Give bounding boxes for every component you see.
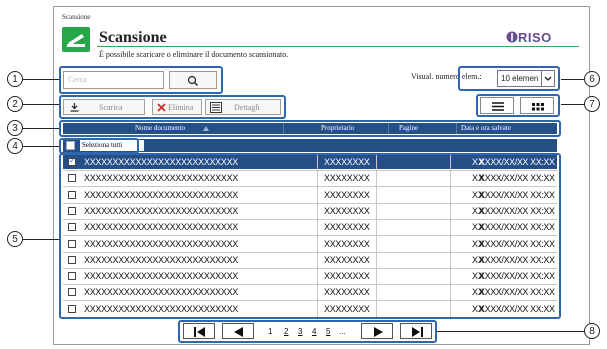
- highlight-items-select: [458, 66, 560, 91]
- callout-line-7: [561, 104, 584, 105]
- highlight-search: [59, 66, 223, 94]
- callout-7: 7: [584, 96, 600, 112]
- page-title: Scansione: [99, 29, 167, 46]
- brand-text: RISO: [518, 30, 552, 45]
- highlight-view-toggle: [476, 94, 560, 117]
- callout-line-3: [23, 128, 59, 129]
- page-subtitle: È possibile scaricare o eliminare il doc…: [99, 50, 289, 59]
- title-divider: [97, 46, 579, 47]
- brand-logo: RISO: [506, 30, 552, 45]
- callout-8: 8: [584, 323, 600, 339]
- highlight-pager: [178, 320, 437, 343]
- callout-line-4: [23, 146, 59, 147]
- callout-2: 2: [7, 96, 23, 112]
- callout-line-5: [23, 239, 59, 240]
- callout-line-2: [23, 104, 59, 105]
- callout-6: 6: [584, 71, 600, 87]
- scanner-icon: [62, 27, 90, 52]
- callout-1: 1: [7, 71, 23, 87]
- callout-line-8: [437, 331, 584, 332]
- highlight-toolbar: [59, 95, 286, 119]
- callout-3: 3: [7, 120, 23, 136]
- callout-5: 5: [7, 231, 23, 247]
- riso-mark-icon: [506, 31, 518, 43]
- callout-line-6: [561, 79, 584, 80]
- breadcrumb: Scansione: [62, 13, 91, 21]
- highlight-table-header: [59, 120, 561, 137]
- highlight-select-all: [59, 138, 139, 154]
- callout-4: 4: [7, 138, 23, 154]
- highlight-document-list: [59, 153, 561, 319]
- callout-line-1: [23, 79, 59, 80]
